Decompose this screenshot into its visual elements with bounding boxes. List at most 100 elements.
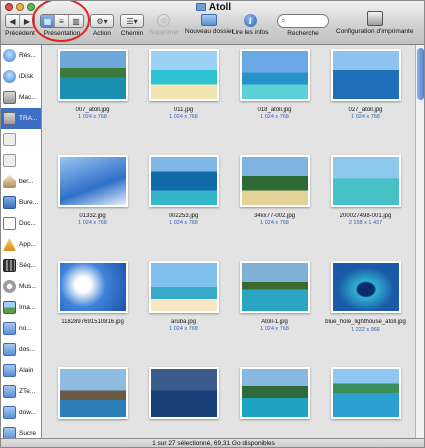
image-dimensions: 1 222 x 966 (351, 327, 380, 333)
file-item[interactable]: 200027498-001.jpg 2 158 x 1 437 (320, 151, 411, 257)
sidebar-item[interactable]: TRA... (1, 108, 41, 129)
file-item[interactable]: 01332.jpg 1 024 x 768 (47, 151, 138, 257)
file-item[interactable]: 027_atoll.jpg 1 024 x 768 (320, 45, 411, 151)
sidebar-item[interactable]: Mac... (1, 87, 41, 108)
delete-button[interactable]: ⊘ Supprimer (149, 14, 179, 36)
vertical-scrollbar[interactable] (415, 45, 424, 438)
sidebar-item[interactable]: dos... (1, 339, 41, 360)
finder-window: Atoll ◀ ▶ Précédent ▦ ≡ ▥ Présentation ⚙… (0, 0, 425, 448)
forward-arrow-icon[interactable]: ▶ (20, 15, 34, 27)
sidebar-item-label: dos... (19, 346, 35, 353)
sidebar-item[interactable] (1, 129, 41, 150)
sidebar-item[interactable]: Ima... (1, 297, 41, 318)
file-item[interactable]: aruba.jpg 1 024 x 768 (138, 257, 229, 363)
file-item[interactable]: 007_atoll.jpg 1 024 x 768 (47, 45, 138, 151)
sidebar-item-label: App... (19, 241, 36, 248)
file-item[interactable] (47, 363, 138, 438)
file-name: 1182897691510816.jpg (61, 319, 124, 325)
file-item[interactable]: Atoll-1.jpg 1 024 x 768 (229, 257, 320, 363)
file-item[interactable] (320, 363, 411, 438)
image-thumbnail[interactable] (239, 49, 310, 101)
title-bar: Atoll ◀ ▶ Précédent ▦ ≡ ▥ Présentation ⚙… (1, 1, 424, 45)
sidebar-item[interactable]: Mus... (1, 276, 41, 297)
sidebar-item[interactable]: Doc... (1, 213, 41, 234)
search-field[interactable]: ⌕ Recherche (277, 14, 329, 37)
image-thumbnail[interactable] (239, 367, 310, 419)
image-thumbnail[interactable] (239, 261, 310, 313)
sidebar-item[interactable]: Séq... (1, 255, 41, 276)
sidebar-item[interactable]: Sucre (1, 423, 41, 438)
image-thumbnail[interactable] (57, 367, 128, 419)
file-grid: 007_atoll.jpg 1 024 x 768 011.jpg 1 024 x 7… (47, 45, 411, 438)
sidebar-item-label: Bure... (19, 199, 39, 206)
sidebar-item[interactable]: iDisk (1, 66, 41, 87)
image-thumbnail[interactable] (330, 261, 401, 313)
column-view-icon[interactable]: ▥ (69, 15, 83, 27)
sidebar-item-label: ZTe... (19, 388, 36, 395)
file-name: 018_atoll.jpg (257, 107, 292, 113)
applications-icon (3, 238, 16, 251)
image-thumbnail[interactable] (148, 367, 219, 419)
view-control: ▦ ≡ ▥ Présentation (40, 14, 84, 37)
desktop-icon (3, 196, 16, 209)
sidebar-item[interactable]: no... (1, 318, 41, 339)
file-item[interactable]: 002253.jpg 1 024 x 768 (138, 151, 229, 257)
file-item[interactable]: 011.jpg 1 024 x 768 (138, 45, 229, 151)
image-dimensions: 1 024 x 768 (260, 220, 289, 226)
file-item[interactable] (229, 363, 320, 438)
image-dimensions: 1 024 x 768 (260, 114, 289, 120)
new-folder-button[interactable]: Nouveau dossier (185, 14, 234, 35)
status-bar: 1 sur 27 sélectionné, 69,31 Go disponibl… (1, 438, 424, 447)
sidebar-item[interactable]: ber... (1, 171, 41, 192)
image-thumbnail[interactable] (57, 261, 128, 313)
file-name: Atoll-1.jpg (261, 319, 288, 325)
image-thumbnail[interactable] (148, 261, 219, 313)
image-thumbnail[interactable] (57, 155, 128, 207)
image-thumbnail[interactable] (330, 49, 401, 101)
image-thumbnail[interactable] (330, 155, 401, 207)
file-item[interactable] (138, 363, 229, 438)
minimize-icon[interactable] (16, 3, 24, 11)
image-thumbnail[interactable] (148, 49, 219, 101)
file-item[interactable]: blue_hole_lighthouse_atoll.jpg 1 222 x 96… (320, 257, 411, 363)
info-icon: i (243, 14, 257, 27)
file-name: 007_atoll.jpg (75, 107, 110, 113)
path-button[interactable]: ☰▾ Chemin (120, 14, 144, 37)
sidebar-item-label: Ima... (19, 304, 36, 311)
gear-icon: ⚙▾ (96, 16, 108, 26)
sidebar-item[interactable] (1, 150, 41, 171)
sidebar-item[interactable]: ZTe... (1, 381, 41, 402)
file-item[interactable]: 018_atoll.jpg 1 024 x 768 (229, 45, 320, 151)
file-item[interactable]: 1182897691510816.jpg (47, 257, 138, 363)
sidebar-item-label: Rés... (19, 52, 36, 59)
close-icon[interactable] (5, 3, 13, 11)
back-button-label: Précédent (5, 30, 35, 37)
sidebar-item-label: Alain (19, 367, 34, 374)
folder-icon (3, 343, 16, 356)
image-thumbnail[interactable] (148, 155, 219, 207)
zoom-icon[interactable] (27, 3, 35, 11)
file-item[interactable]: 34xx77-002.jpg 1 024 x 768 (229, 151, 320, 257)
printer-setup-button[interactable]: Configuration d'imprimante (336, 11, 413, 35)
sidebar-item[interactable]: Rés... (1, 45, 41, 66)
sidebar-item[interactable]: Alain (1, 360, 41, 381)
image-thumbnail[interactable] (57, 49, 128, 101)
image-thumbnail[interactable] (239, 155, 310, 207)
back-arrow-icon[interactable]: ◀ (6, 15, 20, 27)
icon-view-icon[interactable]: ▦ (41, 15, 55, 27)
scrollbar-thumb[interactable] (417, 48, 424, 100)
sidebar-item[interactable]: dow... (1, 402, 41, 423)
get-info-button[interactable]: i Lire les infos (232, 14, 269, 36)
file-name: aruba.jpg (170, 319, 197, 325)
sidebar-item[interactable]: Bure... (1, 192, 41, 213)
sidebar-item-label: Doc... (19, 220, 36, 227)
action-button[interactable]: ⚙▾ Action (90, 14, 114, 37)
file-name: 200027498-001.jpg (339, 213, 392, 219)
music-icon (3, 280, 16, 293)
image-thumbnail[interactable] (330, 367, 401, 419)
folder-icon (195, 3, 206, 11)
file-name: 027_atoll.jpg (348, 107, 383, 113)
sidebar-item[interactable]: App... (1, 234, 41, 255)
home-icon (3, 175, 16, 188)
list-view-icon[interactable]: ≡ (55, 15, 69, 27)
